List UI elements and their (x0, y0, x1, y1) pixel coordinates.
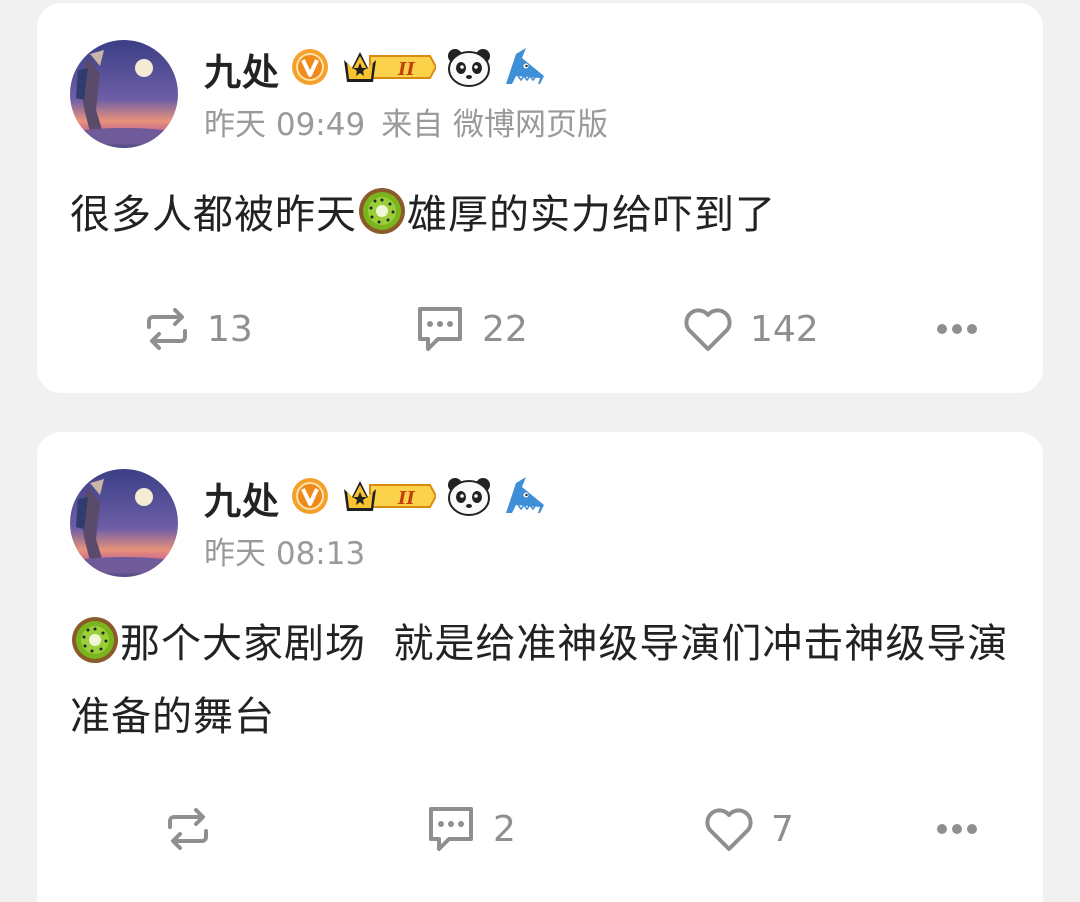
post-meta: 昨天 09:49 来自 微博网页版 (204, 99, 608, 144)
panda-icon (446, 475, 492, 521)
post-time: 昨天 08:13 (204, 536, 366, 572)
post-time: 昨天 09:49 (204, 107, 366, 143)
comment-icon (429, 807, 473, 851)
more-icon (937, 324, 977, 334)
repost-count: 13 (207, 308, 253, 350)
avatar[interactable] (70, 469, 178, 577)
comment-count: 22 (482, 308, 528, 350)
more-button[interactable] (935, 299, 979, 359)
post-card[interactable]: 九处 II (37, 3, 1043, 393)
verified-v-icon (290, 476, 330, 520)
comment-button[interactable]: 22 (414, 299, 528, 359)
avatar[interactable] (70, 40, 178, 148)
level-text: II (397, 59, 415, 80)
post-text: 那个大家剧场 就是给准神级导演们冲击神级导演准备的舞台 (70, 608, 1020, 754)
action-bar: 13 22 142 (37, 299, 1043, 359)
repost-icon (147, 308, 187, 350)
action-bar: 2 7 (37, 799, 1043, 859)
post-meta: 昨天 08:13 (204, 528, 365, 573)
like-count: 7 (771, 808, 794, 850)
like-button[interactable]: 142 (682, 299, 819, 359)
kiwi-emoji (359, 188, 405, 234)
level-text: II (397, 488, 415, 509)
comment-button[interactable]: 2 (425, 799, 516, 859)
post-text-before: 很多人都被昨天 (70, 192, 357, 238)
verified-v-icon (290, 47, 330, 91)
post-text-after: 雄厚的实力给吓到了 (407, 192, 776, 238)
panda-icon (446, 46, 492, 92)
like-button[interactable]: 7 (703, 799, 794, 859)
post-source[interactable]: 来自 微博网页版 (381, 107, 608, 143)
kiwi-emoji (72, 617, 118, 663)
post-text-after: 那个大家剧场 就是给准神级导演们冲击神级导演准备的舞台 (70, 621, 1009, 740)
crown-level-icon: II (340, 46, 438, 92)
username[interactable]: 九处 (204, 471, 280, 525)
shark-icon (502, 46, 548, 92)
post-text: 很多人都被昨天 雄厚的实力给吓到了 (70, 179, 776, 252)
shark-icon (502, 475, 548, 521)
repost-button[interactable] (164, 799, 228, 859)
comment-count: 2 (493, 808, 516, 850)
more-button[interactable] (935, 799, 979, 859)
like-count: 142 (750, 308, 819, 350)
crown-level-icon: II (340, 475, 438, 521)
heart-icon (705, 808, 753, 851)
comment-icon (418, 307, 462, 351)
more-icon (937, 824, 977, 834)
repost-button[interactable]: 13 (143, 299, 253, 359)
repost-icon (168, 808, 208, 850)
heart-icon (684, 308, 732, 351)
post-card[interactable]: 九处 II (37, 432, 1043, 902)
username[interactable]: 九处 (204, 42, 280, 96)
